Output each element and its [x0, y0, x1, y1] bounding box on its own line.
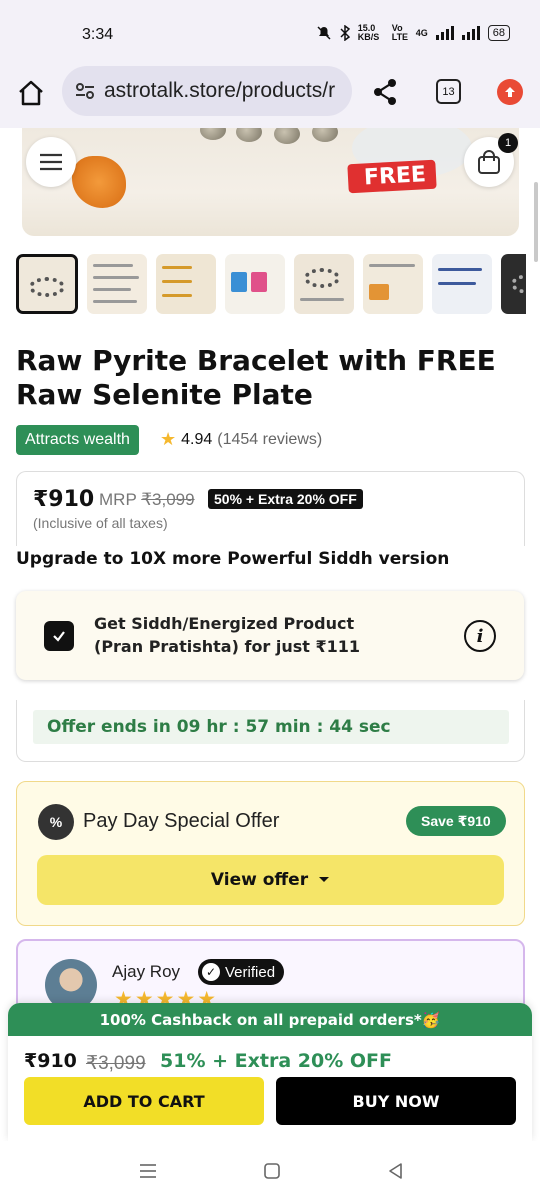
thumbnail-4[interactable] [225, 254, 285, 314]
page-scrollbar[interactable] [534, 182, 538, 262]
bead [274, 128, 300, 144]
orange-stone [72, 156, 126, 208]
offer-timer: Offer ends in 09 hr : 57 min : 44 sec [33, 710, 509, 744]
rating-value: 4.94 [181, 430, 213, 448]
tab-switcher-button[interactable]: 13 [436, 79, 461, 104]
hamburger-icon [40, 153, 62, 171]
product-title: Raw Pyrite Bracelet with FREE Raw Seleni… [16, 344, 496, 411]
siddh-line-1: Get Siddh/Energized Product [94, 614, 355, 633]
sticky-discount: 51% + Extra 20% OFF [160, 1050, 392, 1072]
mrp-value: ₹3,099 [141, 490, 195, 509]
bead [200, 128, 226, 140]
home-icon[interactable] [16, 78, 46, 108]
menu-button[interactable] [26, 137, 76, 187]
net-speed: 15.0 KB/S [357, 23, 380, 42]
status-bar: 3:34 15.0 KB/S Vo LTE 4G 68 [0, 0, 540, 64]
thumbnail-8[interactable] [501, 254, 526, 314]
bead [312, 128, 338, 142]
add-to-cart-button[interactable]: ADD TO CART [24, 1077, 264, 1125]
verified-check-icon: ✓ [202, 963, 220, 981]
back-icon[interactable] [386, 1161, 406, 1181]
siddh-description: Get Siddh/Energized Product (Pran Pratis… [94, 612, 360, 658]
product-hero-image[interactable]: FREE [22, 128, 519, 236]
bead [236, 128, 262, 142]
thumbnail-1[interactable] [16, 254, 78, 314]
thumbnail-3[interactable] [156, 254, 216, 314]
site-settings-icon[interactable] [74, 80, 96, 102]
signal-icon-2 [461, 26, 480, 40]
update-icon[interactable] [497, 79, 523, 105]
thumbnail-7[interactable] [432, 254, 492, 314]
payday-title: Pay Day Special Offer [83, 810, 280, 832]
thumbnail-2[interactable] [87, 254, 147, 314]
sticky-price: ₹910 [24, 1050, 77, 1072]
save-badge: Save ₹910 [406, 806, 506, 836]
reviewer-name: Ajay Roy [112, 962, 181, 981]
sticky-purchase-bar: 100% Cashback on all prepaid orders*🥳 ₹9… [8, 1003, 532, 1141]
selling-price: ₹910 [33, 487, 95, 512]
check-icon [53, 631, 65, 642]
signal-icon [435, 26, 454, 40]
info-icon[interactable]: i [464, 620, 496, 652]
benefit-tag: Attracts wealth [16, 425, 139, 455]
home-nav-icon[interactable] [262, 1161, 282, 1181]
sticky-mrp: ₹3,099 [86, 1053, 146, 1074]
battery-icon: 68 [487, 25, 510, 41]
upgrade-heading: Upgrade to 10X more Powerful Siddh versi… [16, 549, 450, 569]
free-tag: FREE [347, 159, 437, 194]
cart-button[interactable]: 1 [464, 133, 518, 187]
caret-down-icon [319, 877, 330, 882]
thumbnail-strip [16, 254, 526, 314]
address-bar[interactable]: astrotalk.store/products/r [62, 66, 352, 116]
cashback-banner: 100% Cashback on all prepaid orders*🥳 [8, 1003, 532, 1036]
price-card: ₹910 MRP ₹3,099 50% + Extra 20% OFF (Inc… [16, 471, 525, 546]
offer-timer-card: Offer ends in 09 hr : 57 min : 44 sec [16, 700, 525, 762]
network-type: 4G [415, 28, 428, 38]
thumbnail-5[interactable] [294, 254, 354, 314]
payday-offer-card: % Pay Day Special Offer Save ₹910 View o… [16, 781, 525, 926]
mrp: MRP ₹3,099 [99, 490, 195, 509]
recents-icon[interactable] [138, 1161, 158, 1181]
view-offer-label: View offer [210, 870, 309, 890]
verified-label: Verified [225, 963, 276, 981]
thumbnail-6[interactable] [363, 254, 423, 314]
cart-count-badge: 1 [498, 133, 518, 153]
volte-label: Vo LTE [391, 23, 409, 42]
review-count: (1454 reviews) [217, 430, 323, 448]
shopping-bag-icon [478, 150, 500, 174]
verified-badge: ✓ Verified [198, 959, 285, 985]
url-text: astrotalk.store/products/r [104, 79, 336, 102]
share-icon[interactable] [372, 78, 398, 106]
siddh-upgrade-card[interactable]: Get Siddh/Energized Product (Pran Pratis… [16, 591, 524, 680]
siddh-line-2: (Pran Pratishta) for just ₹111 [94, 637, 361, 656]
star-icon: ★ [160, 429, 177, 449]
discount-badge: 50% + Extra 20% OFF [208, 489, 363, 509]
bluetooth-icon [340, 25, 350, 41]
percent-icon: % [38, 804, 74, 840]
buy-now-button[interactable]: BUY NOW [276, 1077, 516, 1125]
status-icons: 15.0 KB/S Vo LTE 4G 68 [316, 24, 510, 42]
mute-icon [317, 26, 331, 40]
siddh-checkbox[interactable] [44, 621, 74, 651]
status-time: 3:34 [82, 26, 114, 43]
rating-summary[interactable]: ★ 4.94 (1454 reviews) [160, 429, 322, 450]
system-nav-bar [0, 1141, 540, 1200]
tax-note: (Inclusive of all taxes) [33, 515, 168, 531]
browser-toolbar: astrotalk.store/products/r 13 [0, 64, 540, 128]
view-offer-button[interactable]: View offer [37, 855, 504, 905]
